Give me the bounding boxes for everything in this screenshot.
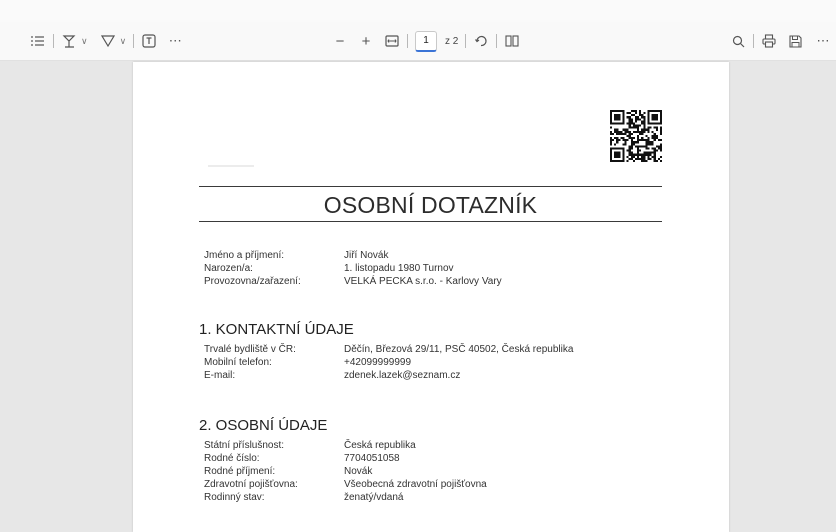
field-label: Trvalé bydliště v ČR: [204, 344, 296, 355]
field-label: Jméno a příjmení: [204, 250, 285, 261]
field-label: Provozovna/zařazení: [204, 276, 301, 287]
field-label: Narozen/a: [204, 263, 253, 274]
more-options-icon[interactable]: ⋯ [815, 31, 831, 51]
field-label: Mobilní telefon: [204, 357, 272, 368]
field-value: Česká republika [344, 440, 416, 451]
field-value: 7704051058 [344, 453, 400, 464]
page-number-input[interactable]: 1 [415, 30, 437, 52]
section-heading: 1. KONTAKTNÍ ÚDAJE [199, 321, 354, 338]
right-tools: ⋯ [730, 22, 831, 60]
print-icon[interactable] [761, 31, 777, 51]
field-value: Jiří Novák [344, 250, 389, 261]
field-label: E-mail: [204, 370, 236, 381]
toolbar-divider [496, 34, 498, 48]
toolbar-divider [465, 34, 467, 48]
qr-code [610, 110, 662, 162]
chevron-down-icon[interactable]: ∨ [120, 36, 127, 47]
field-value: Novák [344, 466, 373, 477]
toolbar-divider [407, 34, 408, 48]
save-icon[interactable] [787, 31, 803, 51]
highlight-icon[interactable] [100, 31, 116, 51]
field-value: zdenek.lazek@seznam.cz [344, 370, 461, 381]
field-label: Zdravotní pojišťovna: [204, 479, 298, 490]
top-strip [0, 0, 836, 22]
field-value: Všeobecná zdravotní pojišťovna [344, 479, 487, 490]
field-label: Rodinný stav: [204, 492, 265, 503]
text-box-icon[interactable] [141, 31, 157, 51]
left-tools: ∨ ∨ ⋯ [30, 22, 183, 60]
field-value: 1. listopadu 1980 Turnov [344, 263, 454, 274]
more-icon[interactable]: ⋯ [167, 31, 183, 51]
field-value: +42099999999 [344, 357, 412, 368]
document-page: OSOBNÍ DOTAZNÍK Jméno a příjmení: Jiří N… [133, 62, 729, 532]
contents-icon[interactable] [30, 31, 46, 51]
document-title: OSOBNÍ DOTAZNÍK [323, 192, 538, 218]
search-icon[interactable] [730, 31, 746, 51]
toolbar-divider [753, 34, 754, 48]
fit-page-icon[interactable] [384, 31, 400, 51]
toolbar-divider [53, 34, 54, 48]
zoom-in-icon[interactable]: + [358, 31, 374, 51]
page-count: z 2 [445, 35, 459, 47]
faint-mark [208, 165, 254, 167]
field-value: Děčín, Březová 29/11, PSČ 40502, Česká r… [344, 344, 574, 355]
rotate-icon[interactable] [473, 31, 489, 51]
draw-icon[interactable] [61, 31, 77, 51]
page-view-icon[interactable] [504, 31, 520, 51]
section-heading: 2. OSOBNÍ ÚDAJE [199, 417, 328, 434]
field-value: ženatý/vdaná [344, 492, 404, 503]
title-rule-bottom [199, 221, 662, 222]
title-rule-top [199, 186, 662, 187]
zoom-out-icon[interactable]: − [332, 31, 348, 51]
field-label: Rodné číslo: [204, 453, 260, 464]
field-value: VELKÁ PECKA s.r.o. - Karlovy Vary [344, 276, 502, 287]
field-label: Státní příslušnost: [204, 440, 285, 451]
field-label: Rodné příjmení: [204, 466, 276, 477]
chevron-down-icon[interactable]: ∨ [81, 36, 88, 47]
pdf-toolbar: ∨ ∨ ⋯ − + 1 z 2 ⋯ [0, 22, 836, 61]
toolbar-divider [133, 34, 135, 48]
center-tools: − + 1 z 2 [332, 22, 520, 60]
